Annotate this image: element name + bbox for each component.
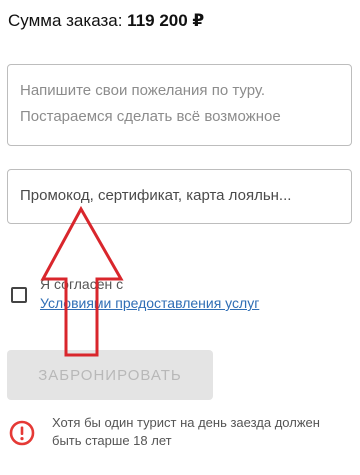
book-button[interactable]: ЗАБРОНИРОВАТЬ: [7, 350, 213, 400]
age-notice-text: Хотя бы один турист на день заезда долже…: [52, 415, 320, 448]
order-total-amount: 119 200 ₽: [127, 11, 205, 30]
promo-code-input[interactable]: Промокод, сертификат, карта лояльн...: [7, 169, 352, 224]
wishes-placeholder: Напишите свои пожелания по туру. Постара…: [20, 78, 340, 130]
agreement-text: Я согласен с: [40, 276, 124, 292]
exclamation-circle-icon: [9, 420, 35, 446]
agreement-checkbox[interactable]: [11, 287, 27, 303]
wishes-textarea[interactable]: Напишите свои пожелания по туру. Постара…: [7, 64, 352, 146]
order-total: Сумма заказа: 119 200 ₽: [8, 11, 204, 31]
promo-code-placeholder: Промокод, сертификат, карта лояльн...: [20, 187, 292, 204]
order-total-label: Сумма заказа:: [8, 11, 123, 30]
wishes-placeholder-line2: Постараемся сделать всё возможное: [20, 108, 281, 125]
terms-link[interactable]: Условиями предоставления услуг: [40, 295, 259, 311]
wishes-placeholder-line1: Напишите свои пожелания по туру.: [20, 82, 266, 99]
